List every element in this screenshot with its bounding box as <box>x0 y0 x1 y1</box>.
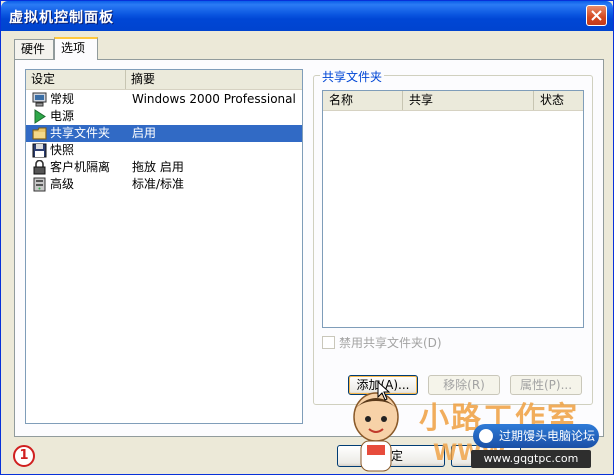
settings-row-shared-folders[interactable]: 共享文件夹 启用 <box>26 125 302 142</box>
properties-button[interactable]: 属性(P)... <box>510 375 582 395</box>
setting-name: 客户机隔离 <box>50 160 111 174</box>
disable-shared-folders-checkbox[interactable]: 禁用共享文件夹(D) <box>322 334 442 351</box>
watermark-url: www.gqgtpc.com <box>471 450 591 468</box>
forum-logo-icon <box>479 429 493 443</box>
options-panel: 设定 摘要 常规 Windows 2000 Professional 电源 共享… <box>14 59 604 437</box>
watermark-forum: 过期馒头电脑论坛 <box>499 429 596 443</box>
step-marker: 1 <box>13 445 35 467</box>
mouse-cursor-icon <box>377 381 391 401</box>
folder-icon <box>32 127 47 140</box>
tab-hardware[interactable]: 硬件 <box>14 39 54 59</box>
column-header-status[interactable]: 状态 <box>534 91 583 110</box>
shared-folders-list[interactable]: 名称 共享 状态 <box>322 90 584 328</box>
setting-summary: Windows 2000 Professional <box>132 92 296 106</box>
play-icon <box>34 109 46 124</box>
setting-name: 高级 <box>50 177 75 191</box>
shared-folders-group: 共享文件夹 名称 共享 状态 禁用共享文件夹(D) 添加(A)... 移除(R)… <box>313 68 593 405</box>
setting-summary: 启用 <box>132 126 157 140</box>
settings-row-guest-isolation[interactable]: 客户机隔离 拖放 启用 <box>26 159 302 176</box>
floppy-icon <box>32 143 47 158</box>
lock-icon <box>33 160 46 175</box>
settings-row-general[interactable]: 常规 Windows 2000 Professional <box>26 91 302 108</box>
close-button[interactable] <box>586 5 607 26</box>
shared-folders-list-header: 名称 共享 状态 <box>323 91 583 111</box>
computer-icon <box>32 92 47 107</box>
checkbox-box[interactable] <box>322 336 335 349</box>
settings-list-header: 设定 摘要 <box>26 70 302 90</box>
column-header-share[interactable]: 共享 <box>403 91 534 110</box>
watermark-forum-badge: 过期馒头电脑论坛 <box>473 424 599 448</box>
column-header-setting[interactable]: 设定 <box>26 70 126 89</box>
setting-name: 电源 <box>50 109 75 123</box>
window-title: 虚拟机控制面板 <box>9 10 114 26</box>
server-icon <box>33 177 46 192</box>
setting-name: 快照 <box>50 143 75 157</box>
column-header-summary[interactable]: 摘要 <box>126 70 302 89</box>
close-icon <box>591 10 602 21</box>
setting-name: 共享文件夹 <box>50 126 111 140</box>
column-header-name[interactable]: 名称 <box>323 91 403 110</box>
settings-list[interactable]: 设定 摘要 常规 Windows 2000 Professional 电源 共享… <box>25 69 303 424</box>
settings-row-power[interactable]: 电源 <box>26 108 302 125</box>
setting-name: 常规 <box>50 92 75 106</box>
setting-summary: 拖放 启用 <box>132 160 184 174</box>
setting-summary: 标准/标准 <box>132 177 185 191</box>
mascot-icon <box>353 392 399 472</box>
settings-row-snapshot[interactable]: 快照 <box>26 142 302 159</box>
settings-row-advanced[interactable]: 高级 标准/标准 <box>26 176 302 193</box>
shared-folders-group-label: 共享文件夹 <box>320 68 385 85</box>
disable-shared-folders-label: 禁用共享文件夹(D) <box>339 336 442 350</box>
tab-options[interactable]: 选项 <box>54 37 98 60</box>
remove-button[interactable]: 移除(R) <box>428 375 500 395</box>
dialog-window: 虚拟机控制面板 硬件 选项 设定 摘要 常规 Windows 2000 Prof… <box>0 0 614 475</box>
title-bar[interactable]: 虚拟机控制面板 <box>1 1 613 31</box>
